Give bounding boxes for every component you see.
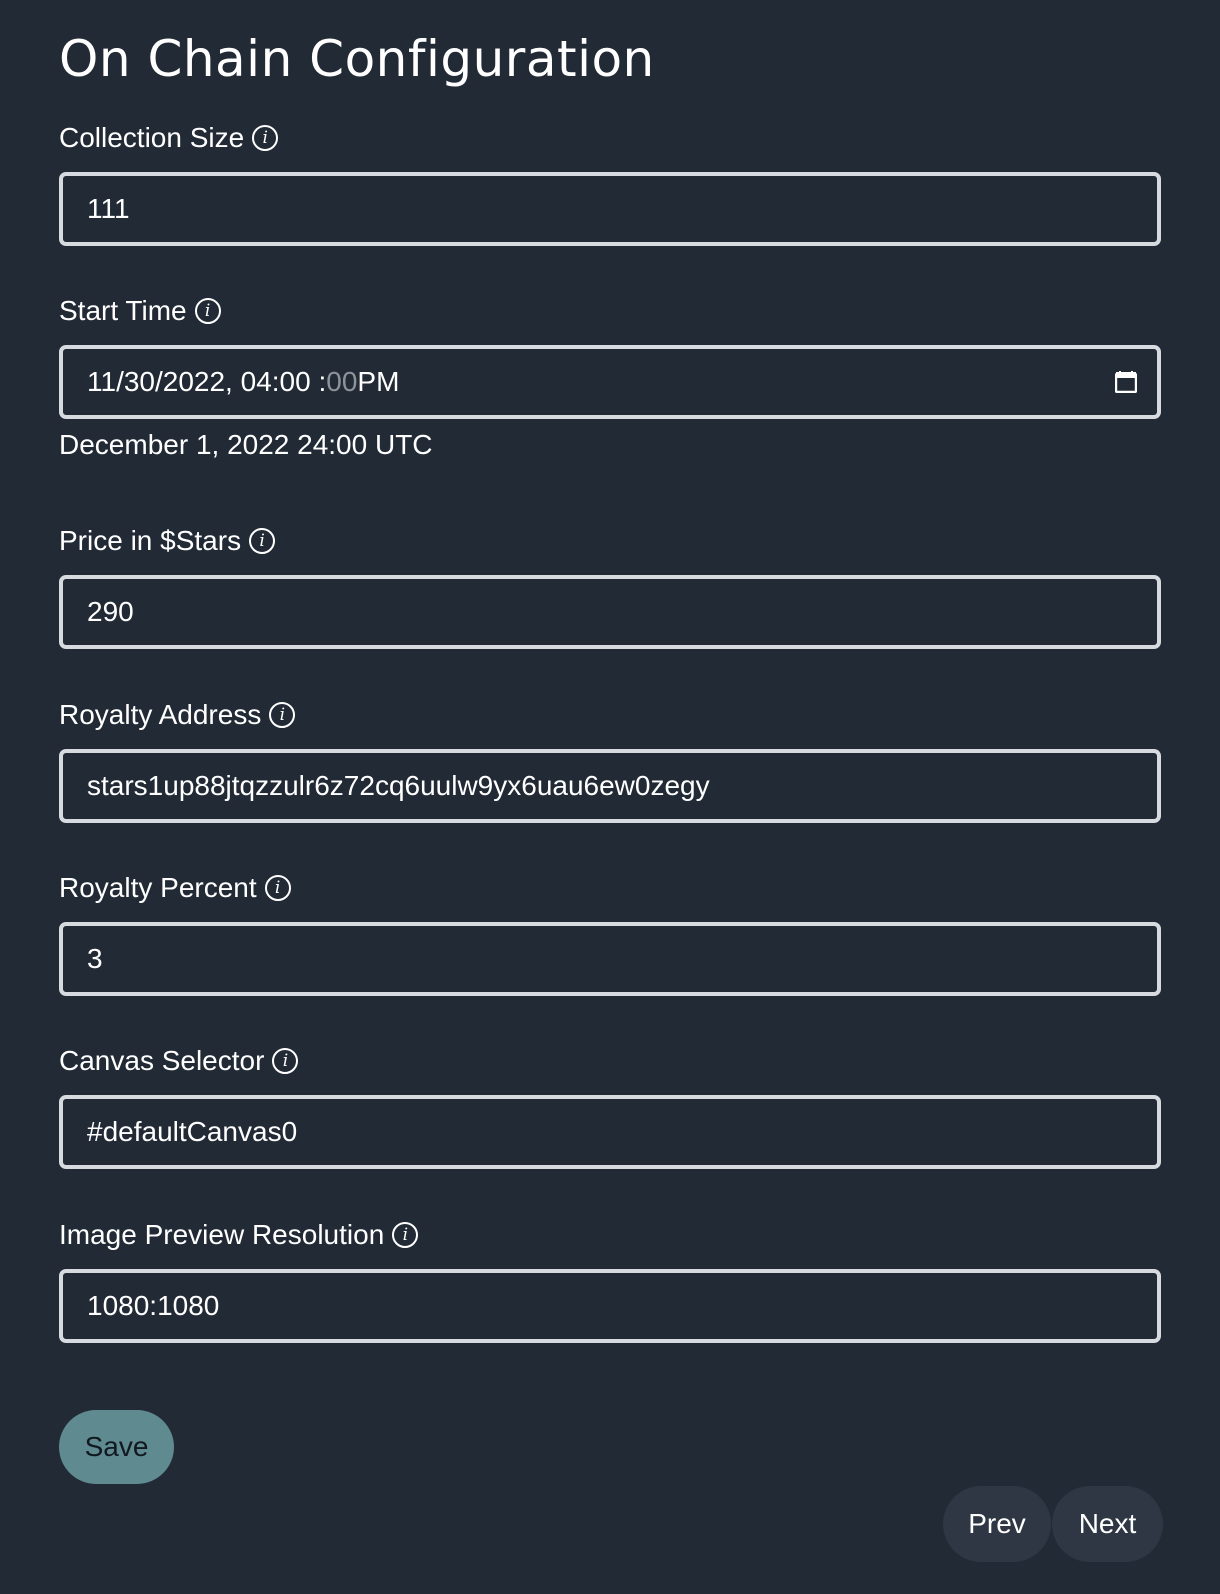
start-time-label-row: Start Time i xyxy=(59,293,1161,329)
preview-resolution-field: Image Preview Resolution i 1080:1080 xyxy=(59,1217,1161,1343)
start-time-utc-helper: December 1, 2022 24:00 UTC xyxy=(59,429,433,460)
next-button[interactable]: Next xyxy=(1052,1486,1163,1562)
royalty-percent-label-row: Royalty Percent i xyxy=(59,870,1161,906)
price-value: 290 xyxy=(87,596,134,627)
collection-size-label-row: Collection Size i xyxy=(59,120,1161,156)
prev-button[interactable]: Prev xyxy=(943,1486,1051,1562)
collection-size-value: 111 xyxy=(87,193,130,224)
royalty-percent-field: Royalty Percent i 3 xyxy=(59,870,1161,996)
start-time-field: Start Time i 11/30/2022, 04:00 :00 PM De… xyxy=(59,293,1161,460)
info-icon[interactable]: i xyxy=(194,298,221,324)
royalty-percent-value: 3 xyxy=(87,943,103,974)
info-icon[interactable]: i xyxy=(252,125,279,151)
royalty-address-label-row: Royalty Address i xyxy=(59,697,1161,733)
price-field: Price in $Stars i 290 xyxy=(59,523,1161,649)
collection-size-input[interactable]: 111 xyxy=(59,172,1161,246)
info-icon[interactable]: i xyxy=(249,528,276,554)
royalty-percent-input[interactable]: 3 xyxy=(59,922,1161,996)
preview-resolution-label-row: Image Preview Resolution i xyxy=(59,1217,1161,1253)
preview-resolution-label: Image Preview Resolution xyxy=(59,1219,385,1250)
royalty-percent-label: Royalty Percent xyxy=(59,872,257,903)
price-input[interactable]: 290 xyxy=(59,575,1161,649)
preview-resolution-input[interactable]: 1080:1080 xyxy=(59,1269,1161,1343)
start-time-date: 11/30/2022, 04:00 : xyxy=(87,366,327,397)
collection-size-label: Collection Size xyxy=(59,122,245,153)
price-label: Price in $Stars xyxy=(59,525,242,556)
info-icon[interactable]: i xyxy=(269,702,296,728)
royalty-address-value: stars1up88jtqzzulr6z72cq6uulw9yx6uau6ew0… xyxy=(87,770,710,801)
royalty-address-label: Royalty Address xyxy=(59,699,262,730)
page-title: On Chain Configuration xyxy=(59,30,655,88)
canvas-selector-value: #defaultCanvas0 xyxy=(87,1116,298,1147)
preview-resolution-value: 1080:1080 xyxy=(87,1290,220,1321)
canvas-selector-input[interactable]: #defaultCanvas0 xyxy=(59,1095,1161,1169)
info-icon[interactable]: i xyxy=(272,1048,299,1074)
start-time-seconds: 00 xyxy=(326,366,358,397)
start-time-input[interactable]: 11/30/2022, 04:00 :00 PM xyxy=(59,345,1161,419)
canvas-selector-field: Canvas Selector i #defaultCanvas0 xyxy=(59,1043,1161,1169)
start-time-label: Start Time xyxy=(59,295,187,326)
info-icon[interactable]: i xyxy=(264,875,291,901)
start-time-ampm: PM xyxy=(357,366,400,397)
collection-size-field: Collection Size i 111 xyxy=(59,120,1161,246)
royalty-address-field: Royalty Address i stars1up88jtqzzulr6z72… xyxy=(59,697,1161,823)
calendar-icon[interactable] xyxy=(1115,371,1137,393)
royalty-address-input[interactable]: stars1up88jtqzzulr6z72cq6uulw9yx6uau6ew0… xyxy=(59,749,1161,823)
price-label-row: Price in $Stars i xyxy=(59,523,1161,559)
info-icon[interactable]: i xyxy=(392,1222,419,1248)
canvas-selector-label-row: Canvas Selector i xyxy=(59,1043,1161,1079)
save-button[interactable]: Save xyxy=(59,1410,174,1484)
canvas-selector-label: Canvas Selector xyxy=(59,1045,265,1076)
